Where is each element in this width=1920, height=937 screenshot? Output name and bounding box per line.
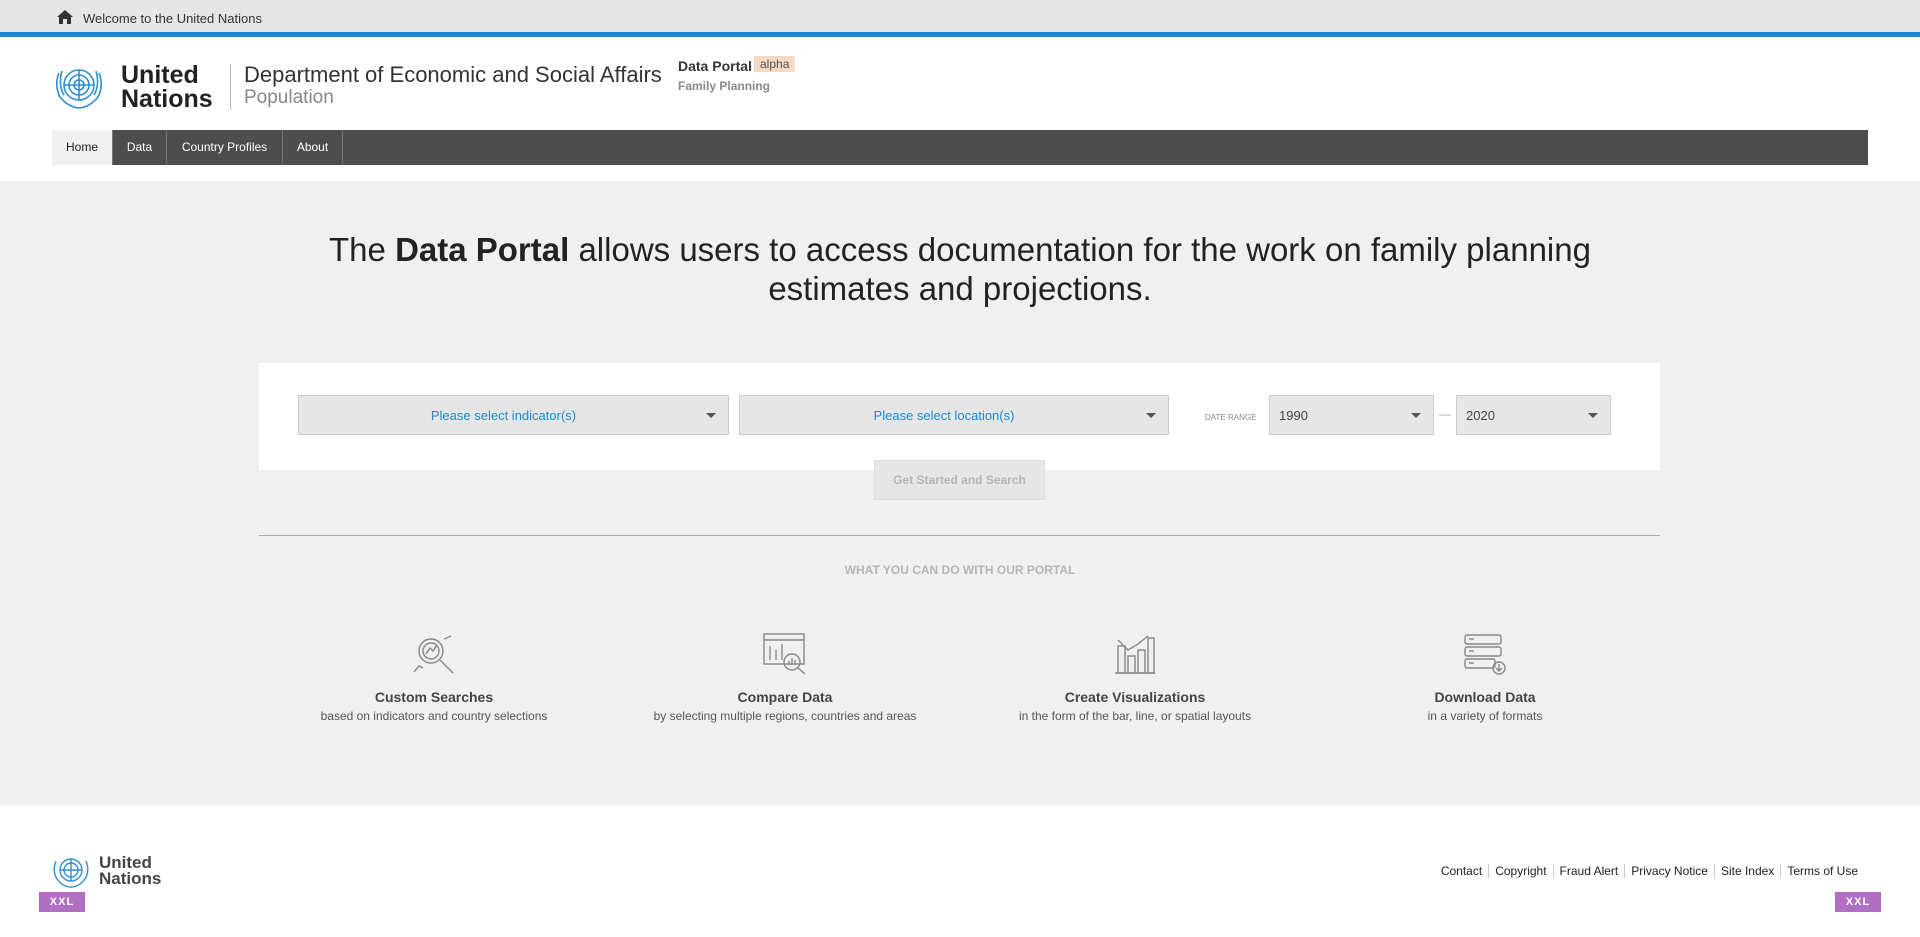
feature-title: Custom Searches	[374, 689, 494, 705]
feature-compare-data: Compare Data by selecting multiple regio…	[625, 632, 945, 723]
welcome-link[interactable]: Welcome to the United Nations	[83, 11, 262, 26]
chevron-down-icon	[1411, 413, 1421, 418]
site-header: United Nations Department of Economic an…	[0, 37, 1920, 181]
footer-link-fraud-alert[interactable]: Fraud Alert	[1553, 864, 1626, 878]
breakpoint-badge-right: XXL	[1835, 892, 1881, 912]
division-title[interactable]: Population	[244, 87, 334, 109]
date-range-label: DATE RANGE	[1205, 413, 1257, 422]
site-footer: United Nations Contact Copyright Fraud Ale…	[0, 806, 1920, 937]
chevron-down-icon	[1588, 413, 1598, 418]
nav-about[interactable]: About	[283, 130, 343, 165]
footer-wordmark-line2: Nations	[99, 869, 162, 888]
header-divider	[230, 64, 231, 110]
features-section-title: WHAT YOU CAN DO WITH OUR PORTAL	[844, 563, 1076, 577]
footer-link-site-index[interactable]: Site Index	[1714, 864, 1782, 878]
main-nav: Home Data Country Profiles About	[52, 130, 1868, 165]
end-year-value: 2020	[1466, 408, 1495, 423]
footer-link-terms-of-use[interactable]: Terms of Use	[1781, 864, 1864, 878]
nav-home[interactable]: Home	[52, 130, 113, 165]
start-year-select[interactable]: 1990	[1269, 395, 1434, 435]
feature-description: based on indicators and country selectio…	[320, 709, 548, 723]
footer-link-copyright[interactable]: Copyright	[1489, 864, 1554, 878]
feature-title: Create Visualizations	[1064, 689, 1206, 705]
portal-title: Data Portal	[678, 58, 752, 74]
compare-data-icon	[763, 633, 806, 675]
feature-description: by selecting multiple regions, countries…	[653, 709, 917, 723]
hero-heading: The Data Portal allows users to access d…	[260, 230, 1660, 308]
footer-links: Contact Copyright Fraud Alert Privacy Notic…	[1434, 864, 1864, 878]
breakpoint-badge-left: XXL	[39, 892, 85, 912]
search-panel: Please select indicator(s) Please select…	[259, 363, 1660, 470]
feature-download-data: Download Data in a variety of formats	[1325, 632, 1645, 723]
chevron-down-icon	[1146, 413, 1156, 418]
search-button[interactable]: Get Started and Search	[874, 460, 1045, 500]
location-select-placeholder: Please select location(s)	[873, 408, 1015, 423]
date-range-separator: —	[1439, 407, 1451, 421]
nav-country-profiles[interactable]: Country Profiles	[167, 130, 283, 165]
feature-title: Download Data	[1434, 689, 1536, 705]
department-title[interactable]: Department of Economic and Social Affair…	[244, 62, 662, 88]
feature-custom-searches: Custom Searches based on indicators and …	[274, 632, 594, 723]
location-select[interactable]: Please select location(s)	[739, 395, 1169, 435]
indicator-select[interactable]: Please select indicator(s)	[298, 395, 729, 435]
alpha-badge: alpha	[754, 56, 796, 72]
un-emblem-icon[interactable]	[50, 853, 92, 889]
main-content: The Data Portal allows users to access d…	[0, 181, 1920, 806]
footer-link-privacy-notice[interactable]: Privacy Notice	[1625, 864, 1715, 878]
footer-un-wordmark[interactable]: United Nations	[99, 854, 162, 888]
un-emblem-icon[interactable]	[50, 61, 108, 111]
nav-data[interactable]: Data	[113, 130, 167, 165]
download-database-icon	[1464, 634, 1506, 675]
indicator-select-placeholder: Please select indicator(s)	[430, 408, 577, 423]
top-bar: Welcome to the United Nations	[0, 0, 1920, 37]
bar-chart-icon	[1115, 635, 1155, 674]
feature-description: in the form of the bar, line, or spatial…	[1018, 709, 1252, 723]
start-year-value: 1990	[1279, 408, 1308, 423]
chevron-down-icon	[706, 413, 716, 418]
feature-description: in a variety of formats	[1427, 709, 1543, 723]
feature-title: Compare Data	[737, 689, 833, 705]
hero-text-bold: Data Portal	[395, 231, 570, 268]
section-divider	[259, 535, 1660, 536]
feature-create-visualizations: Create Visualizations in the form of the…	[975, 632, 1295, 723]
portal-subtitle: Family Planning	[678, 79, 771, 93]
un-wordmark[interactable]: United Nations	[121, 61, 213, 113]
search-analytics-icon	[413, 635, 454, 674]
footer-link-contact[interactable]: Contact	[1434, 864, 1490, 878]
home-icon[interactable]	[56, 9, 74, 25]
hero-text-start: The	[329, 231, 396, 268]
end-year-select[interactable]: 2020	[1456, 395, 1611, 435]
hero-text-end: allows users to access documentation for…	[569, 231, 1591, 307]
un-wordmark-line1: United	[121, 61, 199, 89]
un-wordmark-line2: Nations	[121, 85, 213, 113]
